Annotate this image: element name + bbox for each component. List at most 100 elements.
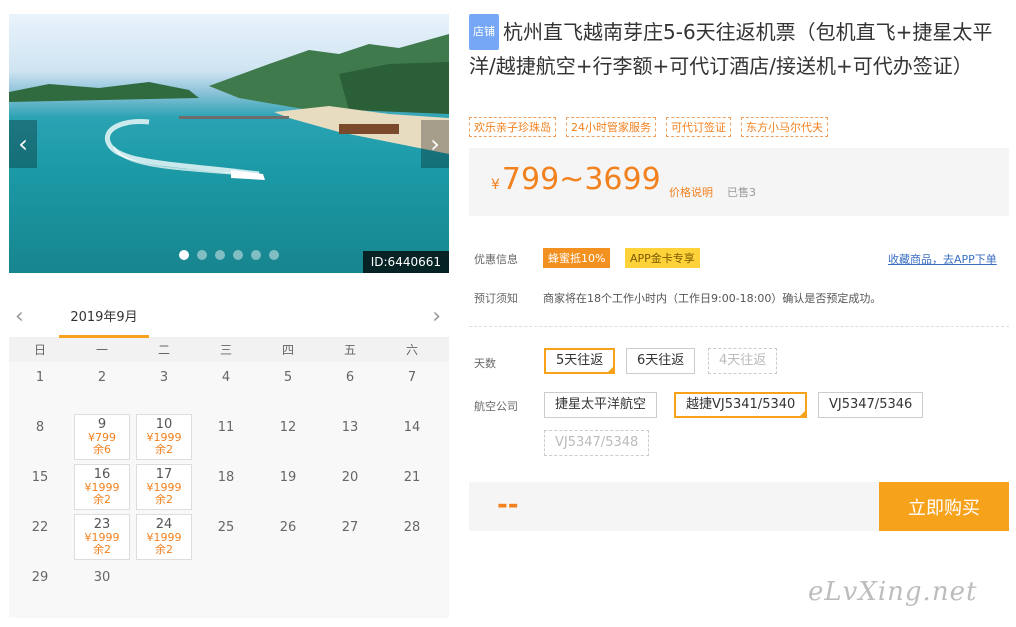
calendar-day: 21 xyxy=(381,462,443,512)
carousel-dot[interactable] xyxy=(215,250,225,260)
currency-symbol: ¥ xyxy=(491,177,500,193)
weekday-label: 二 xyxy=(157,343,170,357)
calendar-day xyxy=(133,562,195,612)
option-vj5347-5348: VJ5347/5348 xyxy=(544,430,650,456)
calendar-day: 26 xyxy=(257,512,319,562)
day-number: 21 xyxy=(403,470,421,485)
product-title: 店铺 杭州直飞越南芽庄5-6天往返机票（包机直飞+捷星太平洋/越捷航空+行李额+可… xyxy=(469,14,1009,82)
calendar-day-available[interactable]: 24 ¥1999 余2 xyxy=(136,514,192,560)
day-stock: 余2 xyxy=(155,443,173,456)
price-range: ¥799~3699 xyxy=(491,162,661,197)
price-note-link[interactable]: 价格说明 xyxy=(669,184,713,200)
calendar-day xyxy=(257,562,319,612)
day-number: 11 xyxy=(217,420,235,435)
day-number: 19 xyxy=(279,470,297,485)
day-number: 27 xyxy=(341,520,359,535)
calendar-day: 6 xyxy=(319,362,381,412)
calendar-day-available[interactable]: 23 ¥1999 余2 xyxy=(74,514,130,560)
weekday-label: 五 xyxy=(343,343,356,357)
calendar-day: 3 xyxy=(133,362,195,412)
day-stock: 余2 xyxy=(155,493,173,506)
day-number: 9 xyxy=(97,417,107,432)
option-5-days[interactable]: 5天往返 xyxy=(544,348,616,374)
feature-tag: 24小时管家服务 xyxy=(566,117,656,137)
day-number: 29 xyxy=(31,570,49,585)
carousel-dot[interactable] xyxy=(269,250,279,260)
carousel-next-button[interactable]: › xyxy=(421,120,449,168)
carousel-dot[interactable] xyxy=(251,250,261,260)
product-title-text: 杭州直飞越南芽庄5-6天往返机票（包机直飞+捷星太平洋/越捷航空+行李额+可代订… xyxy=(469,20,993,78)
weekday-label: 三 xyxy=(219,343,232,357)
image-id-label: ID:6440661 xyxy=(362,251,449,273)
carousel-prev-button[interactable]: ‹ xyxy=(9,120,37,168)
day-number: 30 xyxy=(93,570,111,585)
price-box: ¥799~3699 价格说明 已售3 xyxy=(469,148,1009,216)
calendar-day: 14 xyxy=(381,412,443,462)
option-vj5347-5346[interactable]: VJ5347/5346 xyxy=(818,392,924,418)
day-stock: 余2 xyxy=(93,543,111,556)
day-number: 26 xyxy=(279,520,297,535)
buy-now-button[interactable]: 立即购买 xyxy=(879,482,1009,531)
calendar-day: 1 xyxy=(9,362,71,412)
sold-count: 已售3 xyxy=(727,186,756,199)
calendar-day: 2 xyxy=(71,362,133,412)
price-value: 799~3699 xyxy=(501,162,661,197)
notice-label: 预订须知 xyxy=(474,292,518,305)
calendar-day: 7 xyxy=(381,362,443,412)
section-divider xyxy=(469,326,1009,327)
calendar-day-available[interactable]: 10 ¥1999 余2 xyxy=(136,414,192,460)
day-number: 15 xyxy=(31,470,49,485)
day-number: 6 xyxy=(345,370,355,385)
option-vj5341-5340[interactable]: 越捷VJ5341/5340 xyxy=(674,392,808,418)
feature-tag: 欢乐亲子珍珠岛 xyxy=(469,117,556,137)
calendar-day: 4 xyxy=(195,362,257,412)
feature-tag: 可代订签证 xyxy=(666,117,731,137)
promo-badge-app-gold: APP金卡专享 xyxy=(625,248,700,268)
calendar-day: 11 xyxy=(195,412,257,462)
calendar-day-available[interactable]: 9 ¥799 余6 xyxy=(74,414,130,460)
calendar-day: 18 xyxy=(195,462,257,512)
offers-label: 优惠信息 xyxy=(474,253,518,266)
calendar-prev-icon[interactable]: ‹ xyxy=(15,304,24,329)
day-number: 24 xyxy=(155,517,173,532)
day-number: 23 xyxy=(93,517,111,532)
product-title-block: 店铺 杭州直飞越南芽庄5-6天往返机票（包机直飞+捷星太平洋/越捷航空+行李额+可… xyxy=(469,14,1009,82)
calendar-month-tab[interactable]: 2019年9月 xyxy=(59,300,149,338)
calendar-day: 28 xyxy=(381,512,443,562)
calendar-day: 30 xyxy=(71,562,133,612)
calendar-day-available[interactable]: 16 ¥1999 余2 xyxy=(74,464,130,510)
calendar-day: 13 xyxy=(319,412,381,462)
calendar-day: 29 xyxy=(9,562,71,612)
site-watermark: eLvXing.net xyxy=(808,577,978,607)
day-number: 3 xyxy=(159,370,169,385)
day-number: 18 xyxy=(217,470,235,485)
day-number: 4 xyxy=(221,370,231,385)
feature-tags: 欢乐亲子珍珠岛 24小时管家服务 可代订签证 东方小马尔代夫 xyxy=(469,117,828,137)
image-carousel[interactable]: ‹ › ID:6440661 xyxy=(9,14,449,273)
option-6-days[interactable]: 6天往返 xyxy=(626,348,696,374)
date-calendar: ‹ 2019年9月 › 日一二三四五六 1 2 3 4 5 6 7 8 9 ¥799 余6 10 ¥19… xyxy=(9,300,449,618)
day-number: 2 xyxy=(97,370,107,385)
calendar-day xyxy=(195,562,257,612)
sea-scene-illustration xyxy=(9,34,449,180)
day-number: 25 xyxy=(217,520,235,535)
buy-bar: -- 立即购买 xyxy=(469,482,1009,531)
weekday-label: 四 xyxy=(281,343,294,357)
carousel-dot[interactable] xyxy=(233,250,243,260)
calendar-next-icon[interactable]: › xyxy=(432,304,441,329)
day-number: 22 xyxy=(31,520,49,535)
calendar-day: 22 xyxy=(9,512,71,562)
day-number: 7 xyxy=(407,370,417,385)
calendar-day: 27 xyxy=(319,512,381,562)
total-price: -- xyxy=(497,490,519,520)
carousel-dot[interactable] xyxy=(179,250,189,260)
weekday-label: 六 xyxy=(405,343,418,357)
favorite-link[interactable]: 收藏商品，去APP下单 xyxy=(888,251,997,267)
weekday-label: 日 xyxy=(33,343,46,357)
calendar-day: 15 xyxy=(9,462,71,512)
option-jetstar-pacific[interactable]: 捷星太平洋航空 xyxy=(544,392,658,418)
carousel-dot[interactable] xyxy=(197,250,207,260)
day-number: 14 xyxy=(403,420,421,435)
calendar-day-available[interactable]: 17 ¥1999 余2 xyxy=(136,464,192,510)
calendar-day: 20 xyxy=(319,462,381,512)
